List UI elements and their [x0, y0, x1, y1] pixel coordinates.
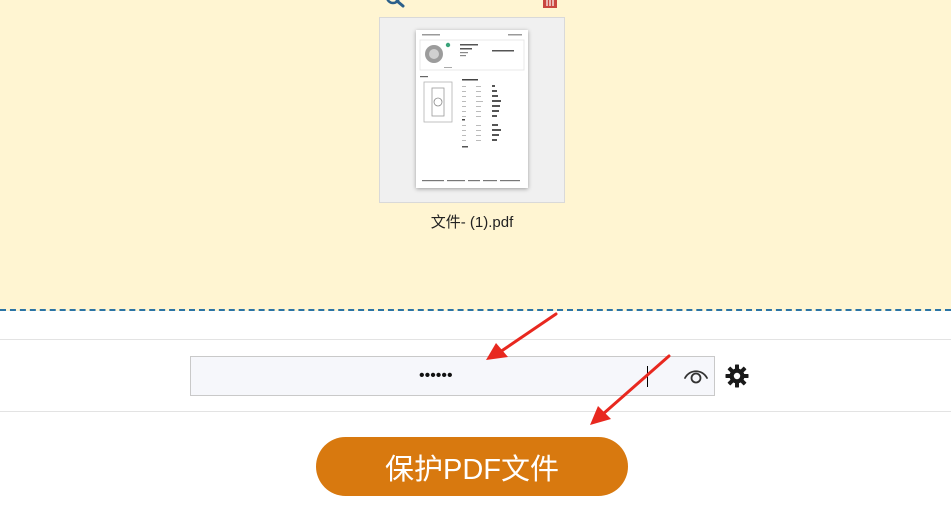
eye-icon[interactable] [684, 365, 708, 387]
trash-icon[interactable] [542, 0, 558, 8]
file-thumbnail[interactable] [379, 17, 565, 203]
magnifier-icon[interactable] [384, 0, 406, 8]
divider-top [0, 339, 951, 340]
file-drop-zone[interactable]: 文件- (1).pdf [0, 0, 951, 311]
text-caret [647, 366, 648, 387]
divider-bottom [0, 411, 951, 412]
password-input[interactable]: •••••• [190, 356, 715, 396]
annotation-arrow-to-password [486, 312, 558, 360]
protect-pdf-button[interactable]: 保护PDF文件 [316, 437, 628, 496]
password-masked-value: •••••• [419, 367, 453, 384]
pdf-page-preview [416, 30, 528, 188]
file-name-label: 文件- (1).pdf [430, 214, 514, 231]
pdf-page-content [419, 34, 525, 182]
gear-icon[interactable] [725, 364, 749, 388]
